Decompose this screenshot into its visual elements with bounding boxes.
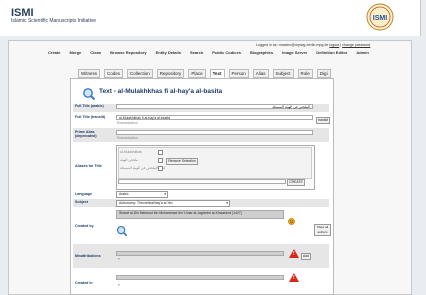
logout-link[interactable]: logout	[329, 43, 339, 47]
nav-public-codices[interactable]: Public Codices	[210, 49, 243, 58]
nav-biographies[interactable]: Biographies	[248, 49, 275, 58]
warning-triangle-icon: !	[289, 273, 299, 282]
nav-admin[interactable]: Admin	[354, 49, 370, 58]
new-alias-input[interactable]	[118, 179, 286, 184]
tab-person[interactable]: Person	[228, 69, 249, 78]
add-misattribution-button[interactable]: Add	[301, 253, 311, 260]
tab-repository[interactable]: Repository	[156, 69, 185, 78]
page-title: Text - al-Mulakhkhas fi al-hay'a al-basi…	[99, 88, 223, 95]
translit-hint: Romanization	[117, 121, 138, 125]
chevron-down-icon: ▾	[226, 201, 228, 205]
prime-alias-input[interactable]	[116, 130, 313, 135]
search-author-icon[interactable]	[116, 224, 128, 237]
login-status: Logged in as: mcastro@mpiwg-berlin.mpg.d…	[256, 43, 371, 47]
alias-2: ملخص الهيئة	[120, 158, 138, 162]
translit-input[interactable]: al-Mulakhkhas fi al-hay'a al-basita	[116, 115, 313, 120]
translit-button[interactable]: translit	[316, 117, 330, 124]
login-user: mcastro@mpiwg-berlin.mpg.de	[278, 43, 329, 47]
tab-text[interactable]: Text	[209, 69, 225, 78]
create-alias-button[interactable]: CREATE	[287, 179, 305, 186]
tab-codex[interactable]: Codex	[104, 69, 124, 78]
language-value: Arabic	[119, 192, 129, 196]
smiley-icon[interactable]	[288, 212, 295, 225]
warning-triangle-icon: !	[289, 249, 299, 258]
created-by-value[interactable]: Sharaf al-Din Mahmud ibn Muhammad ibn 'U…	[116, 210, 284, 219]
prime-alias-label: Prime Alias (deprecated)	[75, 130, 97, 139]
aliases-label: Aliases for Title	[75, 164, 102, 168]
misattribution-input[interactable]	[116, 251, 284, 256]
created-in-label: Created in	[75, 281, 93, 285]
seal-text: ISMI	[373, 15, 387, 22]
login-prefix: Logged in as:	[256, 43, 279, 47]
change-password-link[interactable]: change password	[342, 43, 370, 47]
prime-alias-hint: Romanization	[117, 136, 138, 140]
tab-subject[interactable]: Subject	[272, 69, 294, 78]
language-label: Language	[75, 192, 92, 196]
nav-image-server[interactable]: Image Server	[280, 49, 309, 58]
alias-2-checkbox[interactable]	[158, 158, 163, 163]
nav-merge[interactable]: Merge	[67, 49, 83, 58]
top-nav: Create Merge Clean Browse Repository Ent…	[46, 49, 371, 58]
alias-1-checkbox[interactable]	[158, 150, 163, 155]
tab-witness[interactable]: Witness	[78, 69, 101, 78]
app-subtitle: Islamic Scientific Manuscripts Initiativ…	[11, 18, 97, 24]
tab-digi[interactable]: Digi	[316, 69, 331, 78]
full-title-input[interactable]: الملخص في الهيئة البسيطة	[116, 104, 313, 109]
language-select[interactable]: Arabic ▾	[116, 191, 168, 198]
created-in-input[interactable]	[116, 275, 284, 280]
nav-entity-details[interactable]: Entity Details	[154, 49, 183, 58]
entity-tabs: Witness Codex Collection Repository Plac…	[78, 69, 331, 78]
alias-1: al-Mulakhkhas	[120, 150, 142, 154]
nav-clean[interactable]: Clean	[88, 49, 103, 58]
remove-selection-button[interactable]: Remove Selection	[166, 158, 198, 165]
created-by-label: Created by	[75, 224, 94, 228]
tab-alias[interactable]: Alias	[252, 69, 269, 78]
aliases-list	[118, 147, 312, 179]
magnifier-icon	[82, 87, 96, 101]
translit-label: Full Title (translit)	[75, 115, 106, 119]
tab-place[interactable]: Place	[188, 69, 206, 78]
tab-role[interactable]: Role	[297, 69, 313, 78]
subject-value: Astronomy: Theoretical/hay'a al-'ilm	[119, 201, 173, 205]
chevron-down-icon: ▾	[164, 192, 166, 196]
seal-icon: ISMI	[366, 3, 394, 31]
tab-collection[interactable]: Collection	[127, 69, 153, 78]
nav-definition-editor[interactable]: Definition Editor	[314, 49, 349, 58]
ismi-seal-logo: ISMI	[366, 3, 394, 31]
show-all-authors-button[interactable]: Show all authors	[314, 224, 331, 236]
full-title-label: Full Title (arabic)	[75, 104, 104, 108]
nav-browse-repository[interactable]: Browse Repository	[108, 49, 148, 58]
alias-3-checkbox[interactable]	[158, 166, 163, 171]
subject-label: Subject	[75, 200, 88, 204]
misattributions-label: Misattributions	[75, 254, 101, 258]
subject-select[interactable]: Astronomy: Theoretical/hay'a al-'ilm ▾	[116, 200, 230, 207]
nav-search[interactable]: Search	[188, 49, 205, 58]
nav-create[interactable]: Create	[46, 49, 62, 58]
